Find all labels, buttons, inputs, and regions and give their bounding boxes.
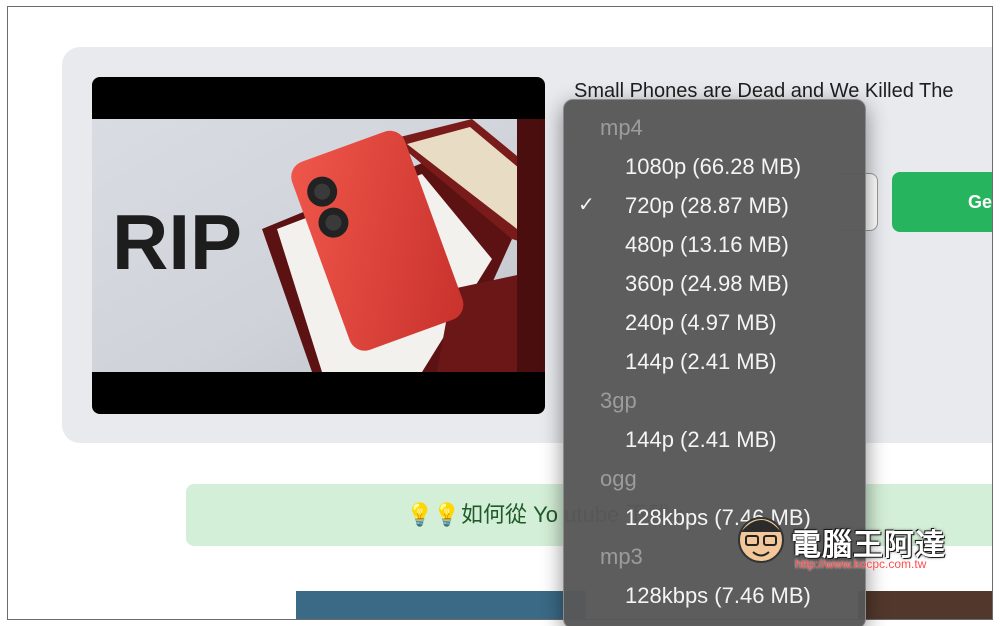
menu-item-mp4-1080p[interactable]: 1080p (66.28 MB) [564, 147, 865, 186]
menu-item-mp4-720p[interactable]: ✓ 720p (28.87 MB) [564, 186, 865, 225]
watermark-url: http://www.kocpc.com.tw [795, 557, 927, 571]
menu-item-mp4-144p[interactable]: 144p (2.41 MB) [564, 342, 865, 381]
menu-item-label: 720p (28.87 MB) [625, 193, 789, 218]
video-thumbnail[interactable]: RIP [92, 77, 545, 414]
watermark-logo: 電腦王阿達 http://www.kocpc.com.tw [735, 512, 975, 582]
related-video-thumbnail[interactable] [858, 591, 992, 619]
menu-group-label: ogg [600, 466, 637, 491]
get-link-button[interactable]: Ge [892, 172, 992, 232]
thumbnail-rip-text: RIP [112, 198, 242, 286]
menu-group-label: mp4 [600, 115, 643, 140]
menu-item-mp4-480p[interactable]: 480p (13.16 MB) [564, 225, 865, 264]
menu-group-label: 3gp [600, 388, 637, 413]
menu-item-3gp-144p[interactable]: 144p (2.41 MB) [564, 420, 865, 459]
menu-item-mp4-240p[interactable]: 240p (4.97 MB) [564, 303, 865, 342]
thumbnail-image: RIP [92, 119, 545, 372]
lightbulb-icon: 💡💡 [406, 502, 461, 527]
menu-item-mp4-360p[interactable]: 360p (24.98 MB) [564, 264, 865, 303]
mascot-icon [738, 517, 784, 563]
related-video-thumbnail[interactable] [296, 591, 586, 619]
checkmark-icon: ✓ [578, 194, 595, 216]
